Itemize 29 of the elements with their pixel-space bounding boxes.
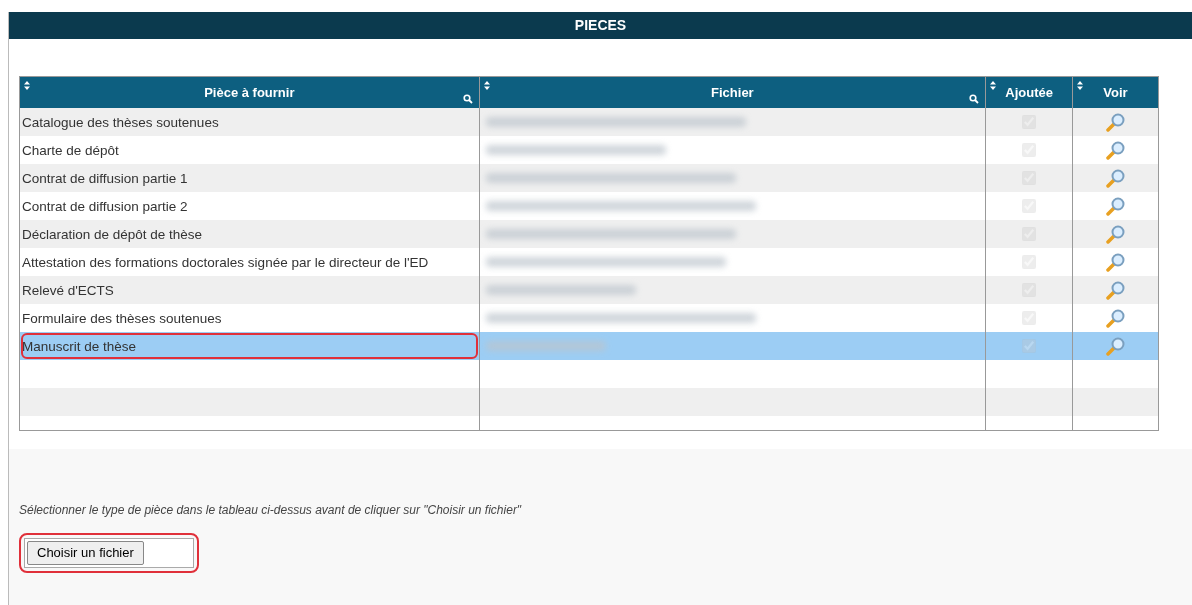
sort-icon[interactable] <box>1077 81 1084 90</box>
magnifier-icon[interactable] <box>1105 168 1126 188</box>
table-cell[interactable]: Contrat de diffusion partie 2 <box>22 197 188 215</box>
table-cell[interactable]: Attestation des formations doctorales signée par le directeur de l'ED <box>22 253 429 271</box>
sort-icon[interactable] <box>483 81 490 90</box>
file-input[interactable]: Choisir un fichier <box>24 538 194 568</box>
magnifier-icon[interactable] <box>1105 280 1126 300</box>
magnifier-icon[interactable] <box>1105 112 1126 132</box>
sort-icon[interactable] <box>990 81 997 90</box>
column-header[interactable]: Voir <box>1073 77 1158 108</box>
magnifier-icon[interactable] <box>1105 140 1126 160</box>
magnifier-icon[interactable] <box>1105 196 1126 216</box>
magnifier-icon[interactable] <box>1105 336 1126 356</box>
table-cell[interactable]: Déclaration de dépôt de thèse <box>22 225 203 243</box>
instruction-text: Sélectionner le type de pièce dans le tableau ci-dessus avant de cliquer sur "Choisir un fichier" <box>19 502 523 519</box>
table-cell[interactable]: Charte de dépôt <box>22 141 119 159</box>
magnifier-icon[interactable] <box>1105 308 1126 328</box>
panel-title: PIECES <box>9 12 1192 39</box>
search-icon[interactable] <box>462 94 473 104</box>
table-cell[interactable]: Manuscrit de thèse <box>22 337 137 355</box>
table-cell[interactable]: Contrat de diffusion partie 1 <box>22 169 188 187</box>
magnifier-icon[interactable] <box>1105 252 1126 272</box>
table-cell[interactable]: Relevé d'ECTS <box>22 281 114 299</box>
table-cell[interactable]: Formulaire des thèses soutenues <box>22 309 222 327</box>
sort-icon[interactable] <box>24 81 30 90</box>
search-icon[interactable] <box>969 94 980 104</box>
table-cell[interactable]: Catalogue des thèses soutenues <box>22 113 219 131</box>
choose-file-button[interactable]: Choisir un fichier <box>27 541 144 565</box>
magnifier-icon[interactable] <box>1105 224 1126 244</box>
